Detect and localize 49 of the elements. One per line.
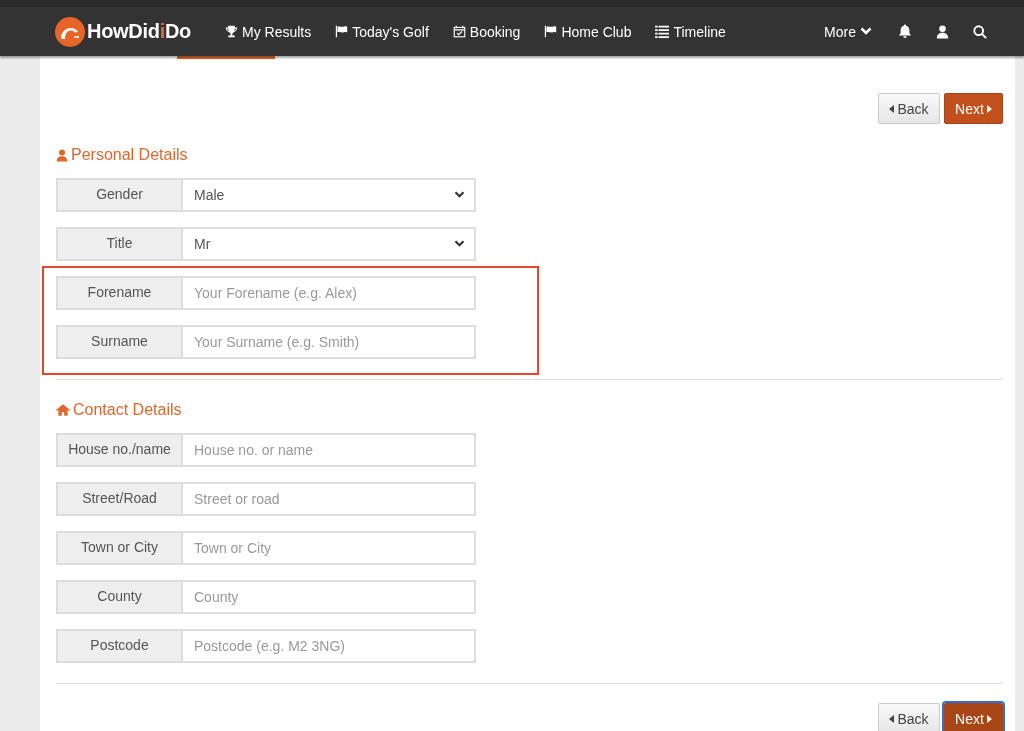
input-field[interactable]: House no. or name bbox=[183, 433, 476, 467]
input-field[interactable]: Your Surname (e.g. Smith) bbox=[183, 325, 476, 359]
logo-icon bbox=[55, 16, 85, 47]
field-label: Street/Road bbox=[56, 482, 183, 516]
section-title: Contact Details bbox=[56, 400, 182, 420]
input-field[interactable]: Your Forename (e.g. Alex) bbox=[183, 276, 476, 310]
select-field[interactable]: Male bbox=[183, 178, 476, 212]
field-label: Postcode bbox=[56, 629, 183, 663]
caret-left-icon bbox=[889, 714, 895, 723]
chevron-down-icon bbox=[860, 27, 872, 36]
field-label: Gender bbox=[56, 178, 183, 212]
back-button[interactable]: Back bbox=[878, 93, 940, 124]
nav-link[interactable]: Timeline bbox=[655, 23, 726, 40]
field-label: Title bbox=[56, 227, 183, 261]
chevron-down-icon bbox=[454, 240, 465, 248]
chevron-down-icon bbox=[454, 191, 465, 199]
caret-right-icon bbox=[986, 104, 992, 113]
search-icon[interactable] bbox=[973, 24, 987, 39]
flag-icon bbox=[544, 25, 558, 38]
more-menu[interactable]: More bbox=[824, 23, 872, 40]
section-title: Personal Details bbox=[56, 145, 188, 165]
back-button[interactable]: Back bbox=[878, 703, 940, 731]
nav-link[interactable]: My Results bbox=[224, 23, 312, 40]
nav-link[interactable]: Today's Golf bbox=[335, 23, 429, 40]
next-button[interactable]: Next bbox=[944, 703, 1003, 731]
caret-left-icon bbox=[889, 104, 895, 113]
logo-text[interactable]: HowDidiDo bbox=[87, 20, 191, 43]
field-label: Forename bbox=[56, 276, 183, 310]
select-field[interactable]: Mr bbox=[183, 227, 476, 261]
field-label: House no./name bbox=[56, 433, 183, 467]
calendar-icon bbox=[452, 25, 466, 38]
field-label: Town or City bbox=[56, 531, 183, 565]
user-icon[interactable] bbox=[936, 24, 949, 39]
nav-link[interactable]: Booking bbox=[452, 23, 521, 40]
field-label: County bbox=[56, 580, 183, 614]
next-button[interactable]: Next bbox=[944, 93, 1003, 124]
input-field[interactable]: County bbox=[183, 580, 476, 614]
caret-right-icon bbox=[986, 714, 992, 723]
user-icon bbox=[56, 148, 68, 162]
nav-link[interactable]: Home Club bbox=[544, 23, 632, 40]
bell-icon[interactable] bbox=[898, 24, 912, 39]
input-field[interactable]: Postcode (e.g. M2 3NG) bbox=[183, 629, 476, 663]
flag-icon bbox=[335, 25, 349, 38]
input-field[interactable]: Town or City bbox=[183, 531, 476, 565]
list-icon bbox=[655, 25, 670, 38]
home-icon bbox=[56, 404, 70, 416]
trophy-icon bbox=[224, 25, 238, 38]
input-field[interactable]: Street or road bbox=[183, 482, 476, 516]
field-label: Surname bbox=[56, 325, 183, 359]
